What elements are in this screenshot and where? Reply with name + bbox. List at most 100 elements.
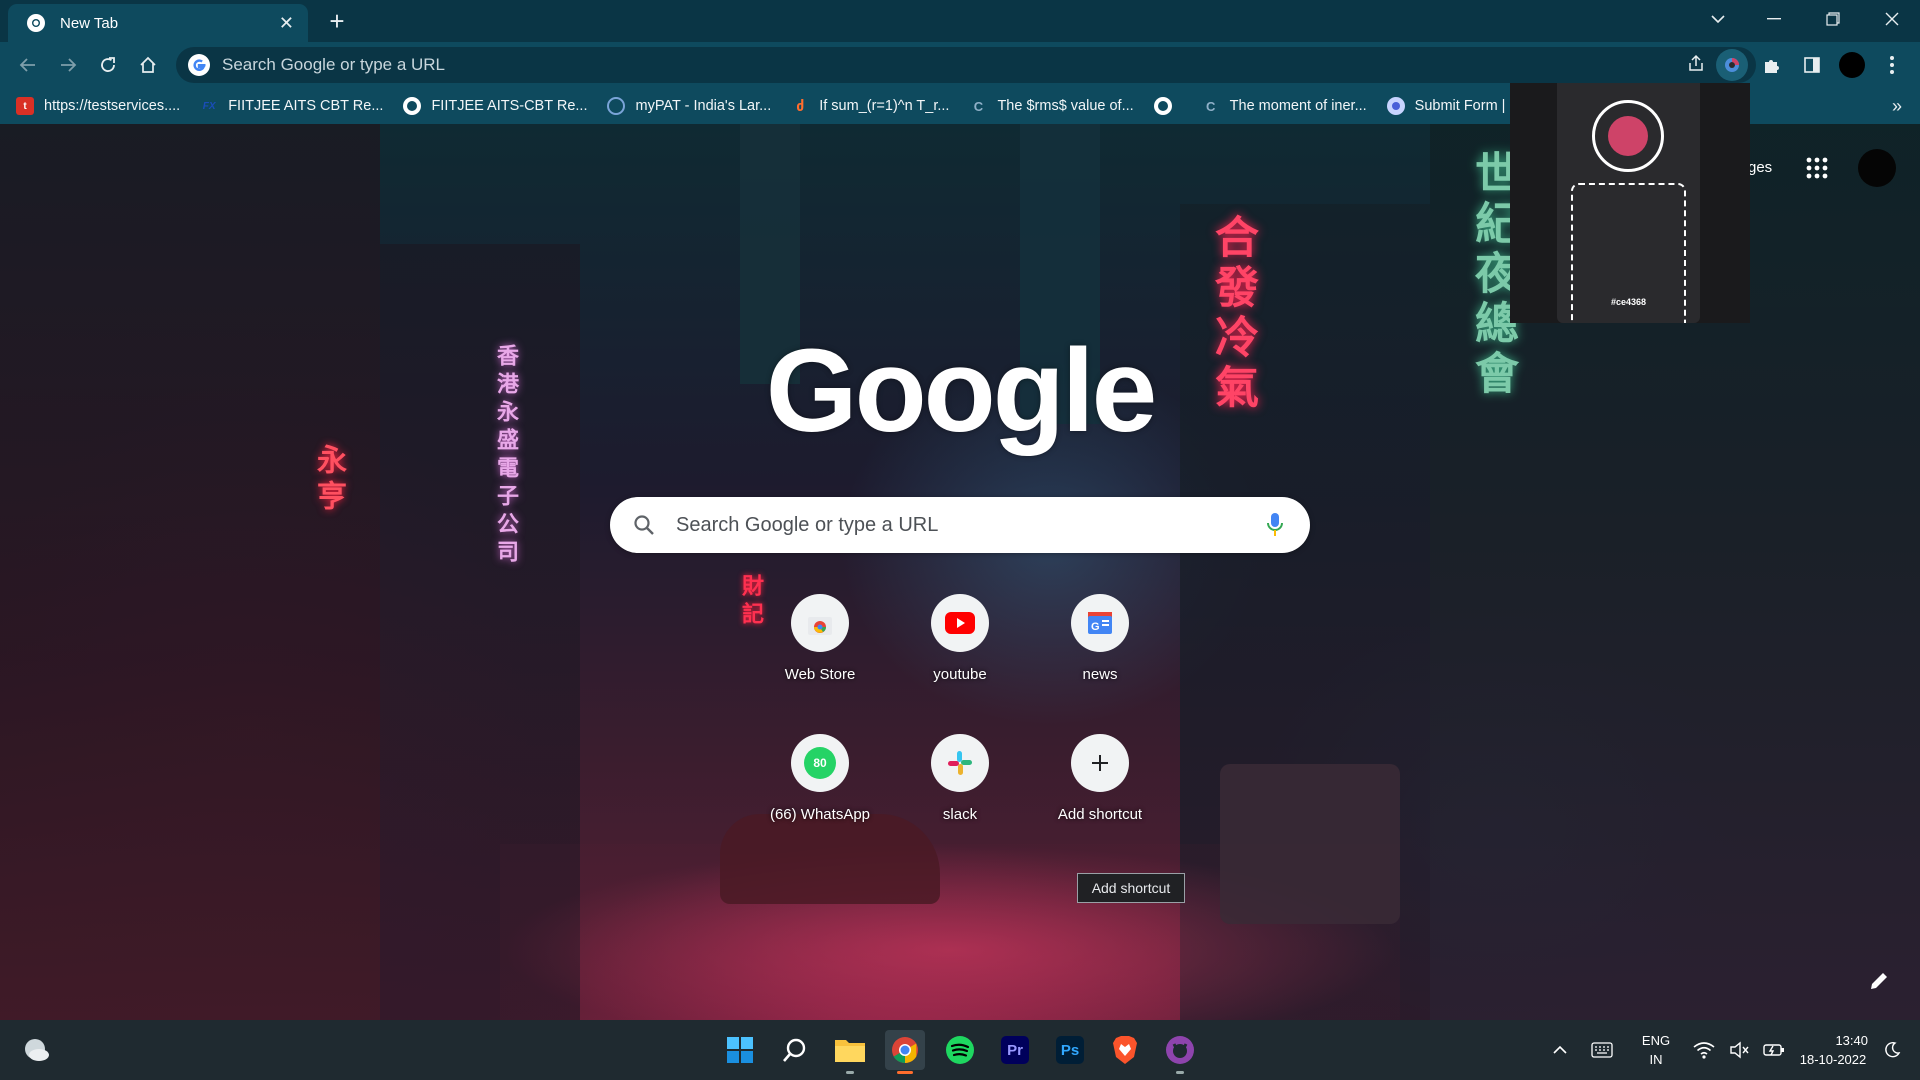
reload-button[interactable] xyxy=(94,51,122,79)
quick-settings-button[interactable] xyxy=(1684,1030,1794,1070)
spotify-button[interactable] xyxy=(940,1030,980,1070)
file-explorer-button[interactable] xyxy=(830,1030,870,1074)
running-indicator xyxy=(1176,1071,1184,1074)
form-icon xyxy=(1386,97,1405,115)
quora-icon: C xyxy=(1205,98,1216,114)
weather-widget[interactable] xyxy=(16,1030,56,1070)
restore-icon xyxy=(1826,12,1840,26)
clock[interactable]: 13:40 18-10-2022 xyxy=(1788,1031,1878,1069)
search-icon xyxy=(783,1038,806,1062)
microphone-icon[interactable] xyxy=(1266,512,1284,538)
home-button[interactable] xyxy=(134,51,162,79)
omnibox[interactable]: Search Google or type a URL xyxy=(176,47,1756,83)
swatch-hex-label: #ce4368 xyxy=(1610,297,1647,307)
pencil-icon xyxy=(1871,973,1887,989)
bookmark-label: The $rms$ value of... xyxy=(997,98,1134,114)
tab-search-button[interactable] xyxy=(1690,0,1746,38)
spotify-icon xyxy=(946,1036,974,1064)
forward-button[interactable] xyxy=(54,51,82,79)
bookmark-item[interactable]: Submit Form | S xyxy=(1386,97,1520,115)
wifi-icon xyxy=(1693,1042,1715,1059)
menu-button[interactable] xyxy=(1876,49,1908,81)
images-link[interactable]: ges xyxy=(1748,159,1772,176)
record-button[interactable] xyxy=(1592,100,1664,172)
bookmark-item[interactable]: ძ If sum_(r=1)^n T_r... xyxy=(791,97,949,115)
add-shortcut-button[interactable]: Add shortcut xyxy=(1030,734,1170,823)
google-icon xyxy=(188,54,210,76)
bookmark-item[interactable] xyxy=(1153,97,1182,115)
side-panel-icon xyxy=(1804,57,1820,73)
red-doc-icon: t xyxy=(16,97,34,115)
kebab-menu-icon xyxy=(1890,56,1894,74)
quora-icon: C xyxy=(973,98,984,114)
tab-new-tab[interactable]: New Tab ✕ xyxy=(8,4,308,42)
bookmark-item[interactable]: t https://testservices.... xyxy=(16,97,180,115)
speaker-muted-icon xyxy=(1730,1041,1749,1059)
battery-charging-icon xyxy=(1763,1044,1784,1056)
slack-icon xyxy=(931,734,989,792)
clock-date: 18-10-2022 xyxy=(1799,1052,1867,1067)
search-icon xyxy=(634,515,654,535)
shortcut-youtube[interactable]: youtube xyxy=(890,594,1030,683)
extension-color-picker-button[interactable] xyxy=(1716,49,1748,81)
shortcut-news[interactable]: G news xyxy=(1030,594,1170,683)
profile-button[interactable] xyxy=(1836,49,1868,81)
photoshop-button[interactable]: Ps xyxy=(1050,1030,1090,1070)
shortcut-label: Add shortcut xyxy=(1057,806,1143,823)
ntp-profile-avatar[interactable] xyxy=(1858,149,1896,187)
bookmark-item[interactable]: FX FIITJEE AITS CBT Re... xyxy=(200,97,384,115)
apps-grid-icon xyxy=(1806,157,1828,179)
restore-button[interactable] xyxy=(1805,0,1861,38)
bookmarks-overflow-icon[interactable]: » xyxy=(1892,96,1902,117)
touch-keyboard-button[interactable] xyxy=(1582,1030,1622,1070)
premiere-pro-button[interactable]: Pr xyxy=(995,1030,1035,1070)
bookmark-item[interactable]: C The $rms$ value of... xyxy=(969,97,1134,115)
shortcut-whatsapp[interactable]: 80 (66) WhatsApp xyxy=(750,734,890,823)
bookmark-item[interactable]: myPAT - India's Lar... xyxy=(607,97,771,115)
whatsapp-badge: 80 xyxy=(804,747,836,779)
color-swatch[interactable]: #ce4368 xyxy=(1571,183,1686,323)
customize-chrome-button[interactable] xyxy=(1868,970,1890,997)
share-icon[interactable] xyxy=(1686,53,1706,73)
language-indicator[interactable]: ENG IN xyxy=(1636,1031,1676,1069)
shortcut-slack[interactable]: slack xyxy=(890,734,1030,823)
focus-assist-button[interactable] xyxy=(1872,1030,1912,1070)
shortcut-label: slack xyxy=(942,806,978,823)
bookmark-label: Submit Form | S xyxy=(1414,98,1520,114)
bookmark-label: If sum_(r=1)^n T_r... xyxy=(819,98,950,114)
github-desktop-button[interactable] xyxy=(1160,1030,1200,1074)
shortcut-label: (66) WhatsApp xyxy=(769,806,871,823)
chrome-taskbar-button[interactable] xyxy=(885,1030,925,1074)
close-icon xyxy=(1885,12,1899,26)
file-explorer-icon xyxy=(835,1040,865,1062)
new-tab-button[interactable]: + xyxy=(322,6,352,36)
keyboard-icon xyxy=(1591,1042,1613,1058)
extensions-button[interactable] xyxy=(1756,49,1788,81)
color-picker-icon xyxy=(1725,58,1739,72)
github-desktop-icon xyxy=(1166,1036,1194,1064)
taskbar-search-button[interactable] xyxy=(775,1030,815,1070)
bookmark-label: https://testservices.... xyxy=(44,98,181,114)
moon-icon xyxy=(1885,1041,1901,1058)
brave-button[interactable] xyxy=(1105,1030,1145,1070)
bookmark-item[interactable]: FIITJEE AITS-CBT Re... xyxy=(403,97,587,115)
chevron-up-icon xyxy=(1553,1045,1567,1054)
close-tab-icon[interactable]: ✕ xyxy=(279,13,294,34)
search-placeholder: Search Google or type a URL xyxy=(676,513,939,536)
show-hidden-icons-button[interactable] xyxy=(1540,1030,1580,1070)
close-window-button[interactable] xyxy=(1864,0,1920,38)
back-button[interactable] xyxy=(14,51,42,79)
omnibox-placeholder: Search Google or type a URL xyxy=(222,55,446,74)
google-apps-button[interactable] xyxy=(1804,155,1830,186)
ntp-search-box[interactable]: Search Google or type a URL xyxy=(610,497,1310,553)
start-button[interactable] xyxy=(720,1030,760,1070)
cloud-icon xyxy=(25,1039,49,1061)
side-panel-button[interactable] xyxy=(1796,49,1828,81)
minimize-button[interactable] xyxy=(1746,0,1802,38)
clock-time: 13:40 xyxy=(1835,1033,1868,1048)
region-code: IN xyxy=(1649,1052,1663,1067)
google-news-icon: G xyxy=(1071,594,1129,652)
shortcut-web-store[interactable]: Web Store xyxy=(750,594,890,683)
bookmark-item[interactable]: C The moment of iner... xyxy=(1202,97,1367,115)
puzzle-icon xyxy=(1765,60,1779,73)
